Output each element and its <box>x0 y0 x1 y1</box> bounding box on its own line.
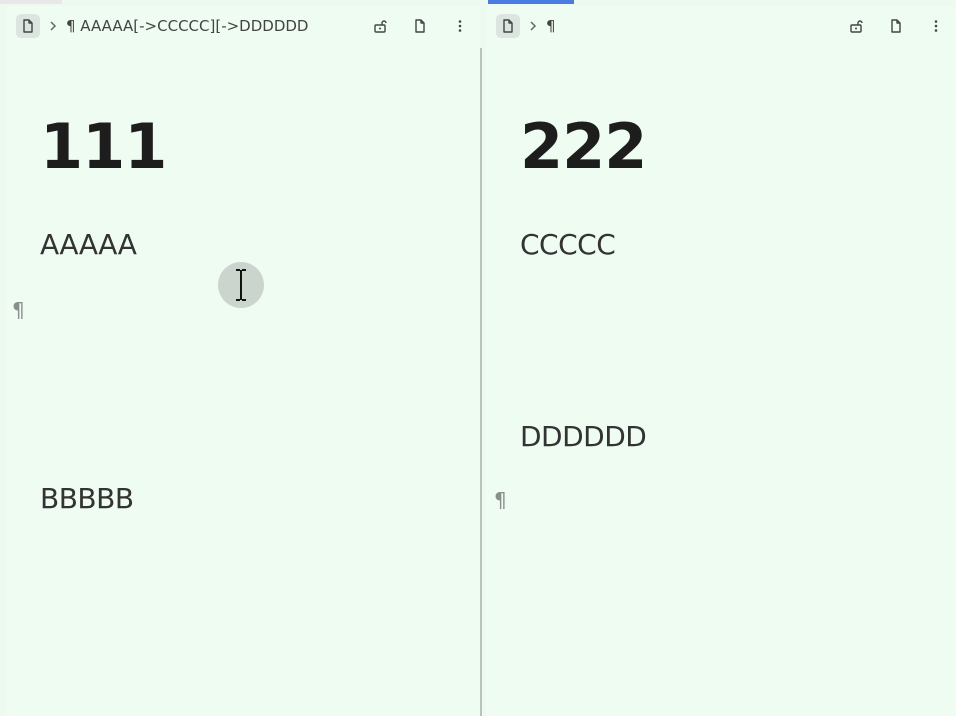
editor-pane-left[interactable]: ¶ AAAAA[->CCCCC][->DDDDDD 111 AAAAA ¶ BB… <box>6 6 480 716</box>
heading-right[interactable]: 222 <box>520 110 647 183</box>
tab-indicator-right-active[interactable] <box>488 0 574 4</box>
document-icon[interactable] <box>16 14 40 38</box>
paragraph-bbbbb[interactable]: BBBBB <box>40 482 134 515</box>
pilcrow-marker[interactable]: ¶ <box>12 298 25 322</box>
pilcrow-marker[interactable]: ¶ <box>494 488 507 512</box>
document-icon[interactable] <box>408 14 432 38</box>
document-icon[interactable] <box>496 14 520 38</box>
editor-window: ¶ AAAAA[->CCCCC][->DDDDDD 111 AAAAA ¶ BB… <box>0 0 956 716</box>
more-vertical-icon[interactable] <box>448 14 472 38</box>
unlock-icon[interactable] <box>368 14 392 38</box>
unlock-icon[interactable] <box>844 14 868 38</box>
header-actions <box>844 14 948 38</box>
text-cursor-icon <box>218 262 264 308</box>
paragraph-dddddd[interactable]: DDDDDD <box>520 420 647 453</box>
document-icon[interactable] <box>884 14 908 38</box>
breadcrumb[interactable]: ¶ AAAAA[->CCCCC][->DDDDDD <box>66 17 328 35</box>
pane-divider[interactable] <box>480 48 482 716</box>
chevron-right-icon <box>528 19 538 33</box>
tab-indicator-left[interactable] <box>0 0 62 4</box>
editor-pane-right[interactable]: ¶ 222 CCCCC DDDDDD ¶ <box>486 6 956 716</box>
more-vertical-icon[interactable] <box>924 14 948 38</box>
paragraph-aaaaa[interactable]: AAAAA <box>40 228 137 261</box>
pane-header-left: ¶ AAAAA[->CCCCC][->DDDDDD <box>6 6 480 46</box>
paragraph-ccccc[interactable]: CCCCC <box>520 228 616 261</box>
chevron-right-icon <box>48 19 58 33</box>
breadcrumb[interactable]: ¶ <box>546 17 556 35</box>
pane-header-right: ¶ <box>486 6 956 46</box>
header-actions <box>368 14 472 38</box>
heading-left[interactable]: 111 <box>40 110 167 183</box>
